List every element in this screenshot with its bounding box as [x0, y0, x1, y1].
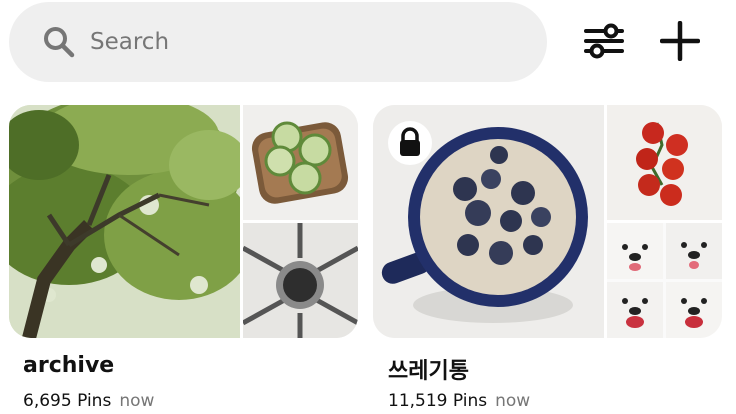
updated-time: now	[119, 391, 155, 411]
board-card-archive[interactable]	[9, 105, 358, 338]
samoyed-dogs-collage-photo	[607, 223, 722, 338]
search-bar[interactable]: Search	[9, 2, 547, 82]
board-card-trash[interactable]	[373, 105, 722, 338]
lock-icon	[400, 127, 420, 156]
private-lock-badge	[388, 121, 432, 165]
tree-photo	[9, 105, 240, 338]
pin-count: 11,519 Pins	[388, 391, 488, 411]
cherry-tomatoes-photo	[607, 105, 722, 220]
search-icon	[44, 27, 75, 58]
search-input[interactable]: Search	[90, 26, 169, 58]
board-title[interactable]: 쓰레기통	[388, 353, 469, 385]
cucumber-toast-photo	[243, 105, 358, 220]
gas-burner-photo	[243, 223, 358, 338]
board-meta: 6,695 Pins now	[23, 390, 154, 412]
board-meta: 11,519 Pins now	[388, 390, 530, 412]
pin-count: 6,695 Pins	[23, 391, 112, 411]
plus-icon[interactable]	[660, 21, 700, 61]
filter-sliders-icon[interactable]	[584, 21, 624, 61]
board-title[interactable]: archive	[23, 353, 114, 378]
updated-time: now	[495, 391, 531, 411]
